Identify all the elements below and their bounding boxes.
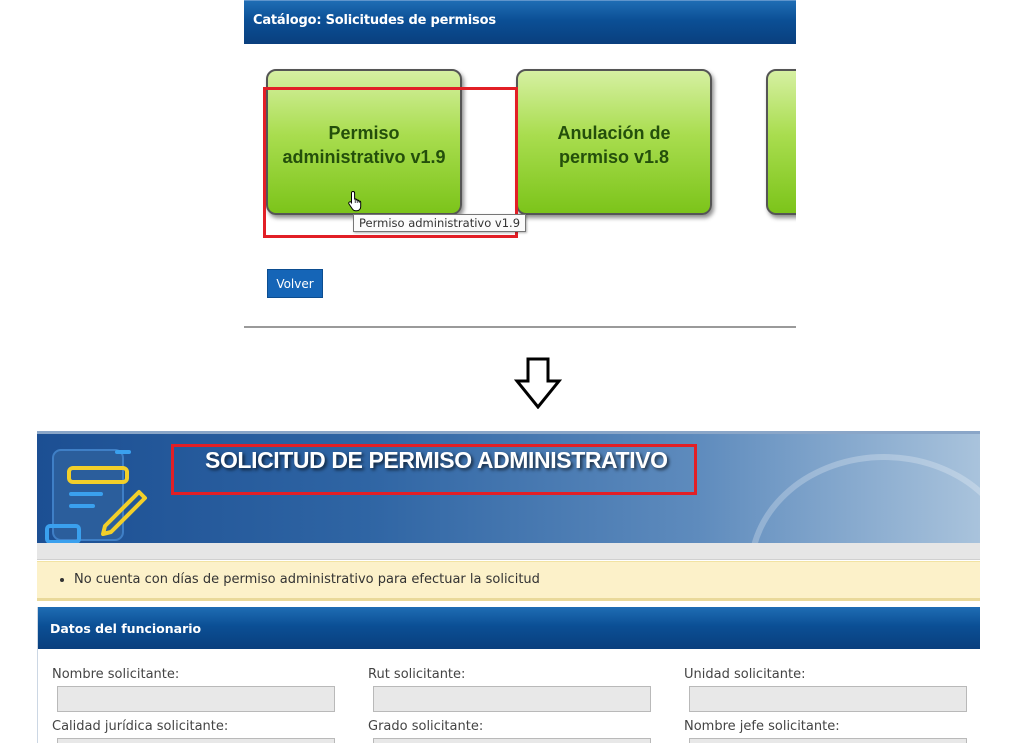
tile-anulacion-permiso[interactable]: Anulación de permiso v1.8 [516,69,712,215]
hand-pointer-icon [348,190,362,212]
section-datos-funcionario: Datos del funcionario Nombre solicitante… [37,607,980,743]
rut-solicitante-field[interactable] [373,686,651,712]
down-arrow-icon [514,357,562,409]
nombre-jefe-label: Nombre jefe solicitante: [684,719,840,734]
warning-message: No cuenta con días de permiso administra… [37,561,980,601]
catalog-title: Catálogo: Solicitudes de permisos [253,13,496,28]
nombre-jefe-field[interactable] [689,738,967,743]
form-panel: SOLICITUD DE PERMISO ADMINISTRATIVO No c… [37,431,980,743]
warning-item: No cuenta con días de permiso administra… [74,572,540,587]
grado-solicitante-label: Grado solicitante: [368,719,484,734]
unidad-solicitante-label: Unidad solicitante: [684,667,806,682]
catalog-panel: Catálogo: Solicitudes de permisos Permis… [244,0,796,328]
tile-label: Anulación de permiso v1.8 [557,123,671,167]
form-banner: SOLICITUD DE PERMISO ADMINISTRATIVO [37,431,980,546]
catalog-header: Catálogo: Solicitudes de permisos [244,0,796,44]
calidad-juridica-label: Calidad jurídica solicitante: [52,719,229,734]
tooltip: Permiso administrativo v1.9 [353,214,527,232]
calidad-juridica-field[interactable] [57,738,335,743]
unidad-solicitante-field[interactable] [689,686,967,712]
highlight-box [171,444,697,495]
nombre-solicitante-label: Nombre solicitante: [52,667,180,682]
banner-decoration [748,454,980,546]
rut-solicitante-label: Rut solicitante: [368,667,466,682]
tile-partial[interactable] [766,69,796,215]
grado-solicitante-field[interactable] [373,738,651,743]
section-title: Datos del funcionario [50,621,202,636]
divider-strip [37,543,980,560]
back-button[interactable]: Volver [267,269,323,298]
section-header: Datos del funcionario [38,607,980,649]
form-pencil-icon [45,449,147,544]
nombre-solicitante-field[interactable] [57,686,335,712]
